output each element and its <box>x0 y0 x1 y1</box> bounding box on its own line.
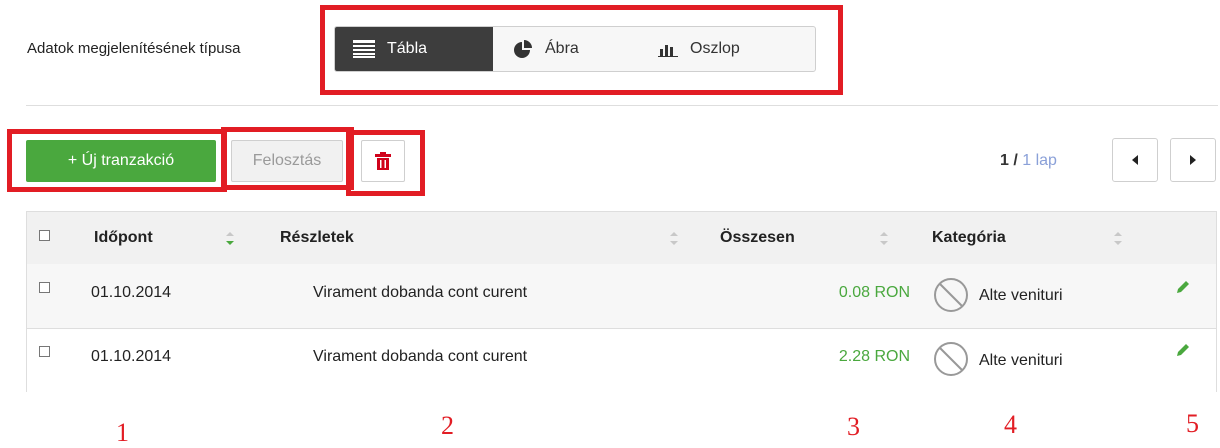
view-option-table[interactable]: Tábla <box>335 27 493 71</box>
annotation-number-5: 5 <box>1186 409 1199 438</box>
highlight-box-split <box>221 127 354 190</box>
row-amount: 2.28 RON <box>838 348 910 365</box>
pager-separator: / <box>1008 152 1023 169</box>
edit-pencil-icon[interactable] <box>1175 279 1191 295</box>
row-details: Virament dobanda cont curent <box>313 348 528 365</box>
view-option-label: Ábra <box>545 40 579 57</box>
next-page-button[interactable] <box>1170 138 1216 182</box>
row-category[interactable]: Alte venituri <box>979 352 1063 370</box>
row-category[interactable]: Alte venituri <box>979 287 1063 305</box>
pie-chart-icon <box>514 40 532 58</box>
pager-current: 1 <box>1000 152 1009 169</box>
table-icon <box>353 40 375 58</box>
highlight-box-delete <box>346 130 425 196</box>
table-header: Időpont Részletek Összesen Kategória <box>27 212 1216 265</box>
sort-icon[interactable] <box>225 231 235 247</box>
view-option-label: Oszlop <box>690 40 740 57</box>
sort-icon[interactable] <box>879 231 889 247</box>
view-option-label: Tábla <box>387 40 428 57</box>
section-divider <box>26 105 1218 106</box>
view-type-label: Adatok megjelenítésének típusa <box>27 40 241 57</box>
column-details[interactable]: Részletek <box>280 229 354 247</box>
select-all-checkbox[interactable] <box>39 230 50 241</box>
highlight-box-new-transaction <box>7 129 227 192</box>
pager-text: 1 / 1 lap <box>1000 152 1057 170</box>
row-amount: 0.08 RON <box>838 284 910 301</box>
sort-icon[interactable] <box>669 231 679 247</box>
row-date: 01.10.2014 <box>91 284 172 301</box>
edit-pencil-icon[interactable] <box>1175 342 1191 358</box>
bar-chart-icon <box>658 45 678 57</box>
view-option-chart[interactable]: Ábra <box>493 27 643 71</box>
table-row: 01.10.2014 Virament dobanda cont curent … <box>27 329 1216 393</box>
column-category[interactable]: Kategória <box>932 229 1006 247</box>
prev-page-button[interactable] <box>1112 138 1158 182</box>
column-date[interactable]: Időpont <box>94 229 153 247</box>
column-total[interactable]: Összesen <box>720 229 795 247</box>
row-checkbox[interactable] <box>39 346 50 357</box>
caret-right-icon <box>1190 155 1196 165</box>
annotation-number-3: 3 <box>847 412 860 441</box>
row-details: Virament dobanda cont curent <box>313 284 528 301</box>
view-type-switch: Tábla Ábra Oszlop <box>334 26 816 72</box>
category-none-icon <box>934 278 968 312</box>
annotation-number-2: 2 <box>441 411 454 440</box>
row-checkbox[interactable] <box>39 282 50 293</box>
view-option-columns[interactable]: Oszlop <box>643 27 815 71</box>
sort-icon[interactable] <box>1113 231 1123 247</box>
annotation-number-1: 1 <box>116 418 129 447</box>
caret-left-icon <box>1132 155 1138 165</box>
row-date: 01.10.2014 <box>91 348 172 365</box>
annotation-number-4: 4 <box>1004 410 1017 439</box>
category-none-icon <box>934 342 968 376</box>
transactions-table: Időpont Részletek Összesen Kategória 01.… <box>26 211 1217 393</box>
pager-total: 1 lap <box>1022 152 1057 169</box>
table-row: 01.10.2014 Virament dobanda cont curent … <box>27 264 1216 329</box>
